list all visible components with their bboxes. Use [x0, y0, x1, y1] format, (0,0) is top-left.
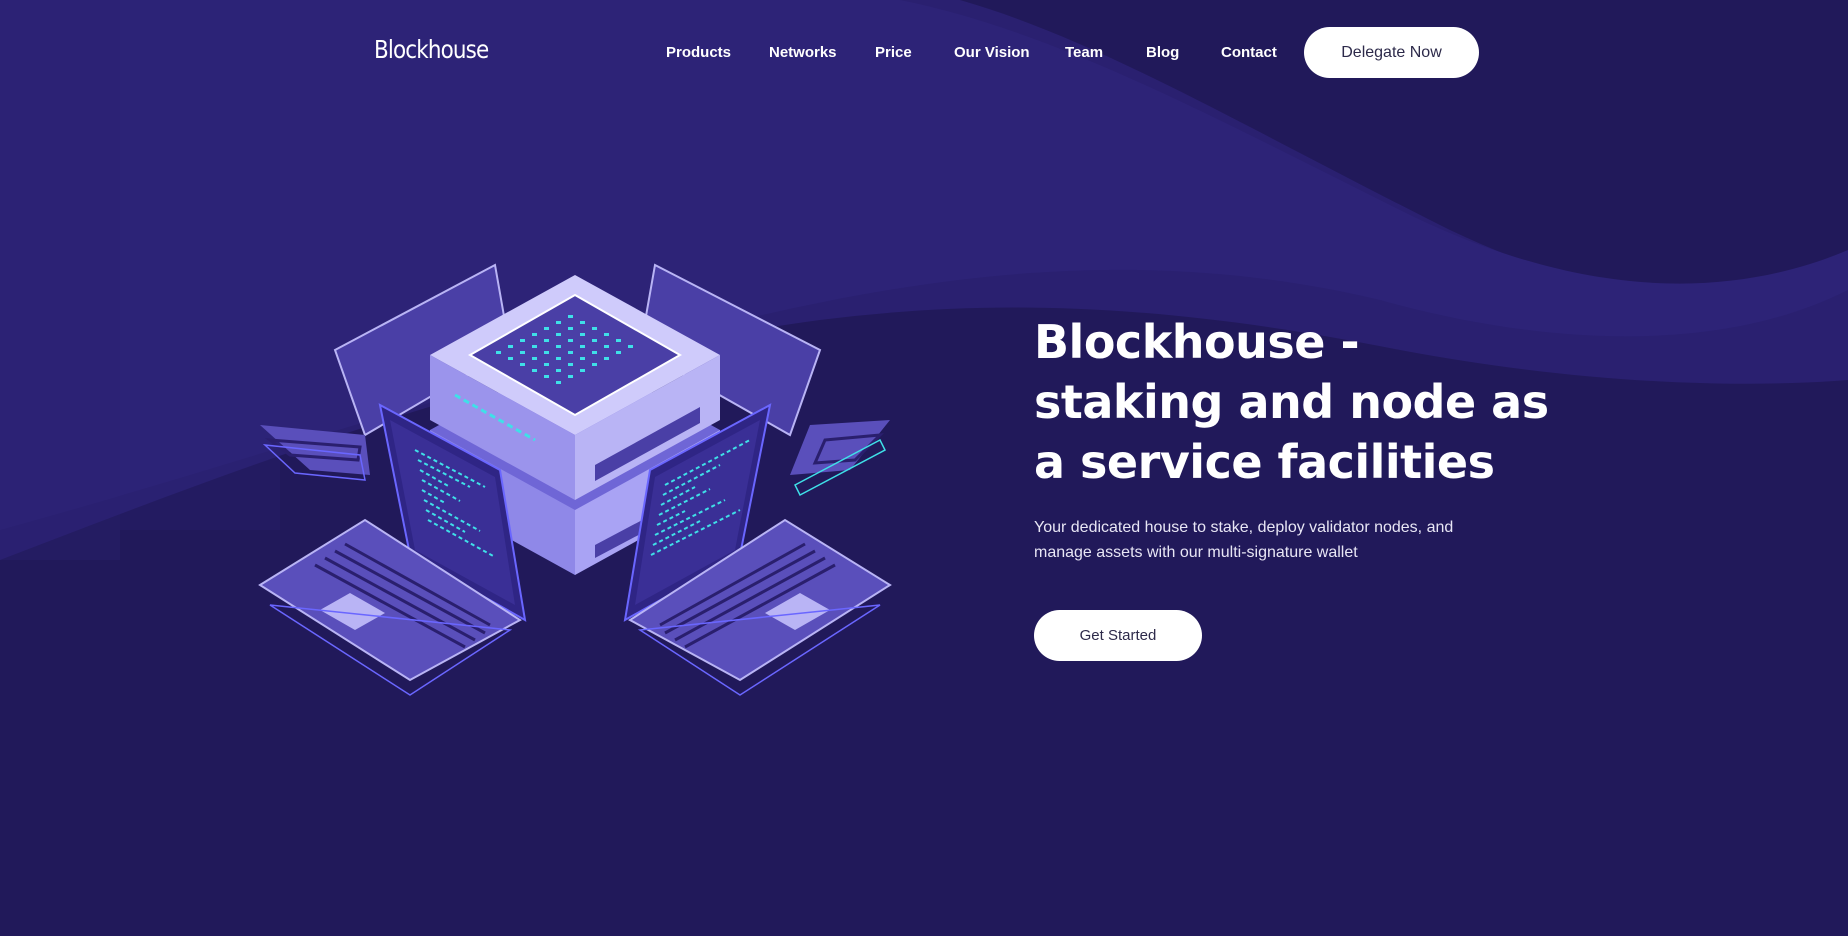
- nav-link-price[interactable]: Price: [875, 44, 912, 61]
- nav-link-networks[interactable]: Networks: [769, 44, 837, 61]
- nav-link-contact[interactable]: Contact: [1221, 44, 1277, 61]
- nav-link-our-vision[interactable]: Our Vision: [954, 44, 1030, 61]
- delegate-now-button[interactable]: Delegate Now: [1304, 27, 1479, 78]
- nav-link-blog[interactable]: Blog: [1146, 44, 1179, 61]
- get-started-button[interactable]: Get Started: [1034, 610, 1202, 661]
- hero-title: Blockhouse - staking and node as a servi…: [1034, 315, 1549, 489]
- hero-subtitle: Your dedicated house to stake, deploy va…: [1034, 519, 1454, 561]
- brand-logo[interactable]: Blockhouse: [374, 35, 489, 64]
- nav-link-products[interactable]: Products: [666, 44, 731, 61]
- nav-link-team[interactable]: Team: [1065, 44, 1103, 61]
- server-network-illustration-icon: [258, 263, 892, 696]
